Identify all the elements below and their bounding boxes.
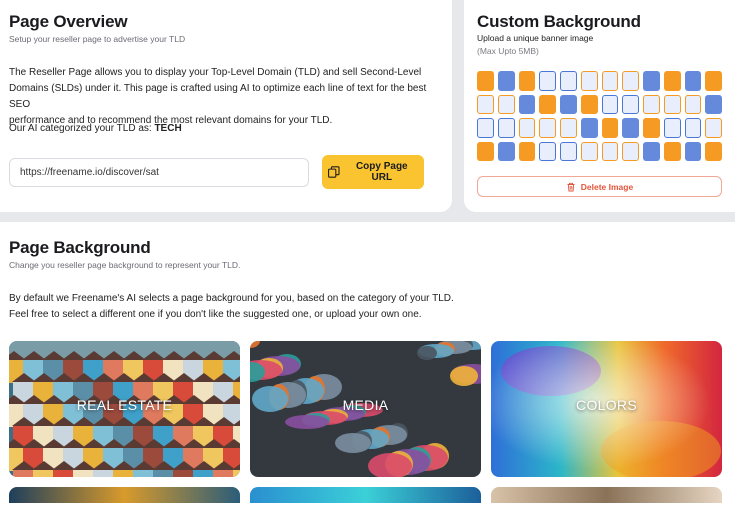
custom-background-max-size: (Max Upto 5MB) [477, 46, 539, 56]
tile-label: COLORS [576, 397, 637, 413]
pattern-sticker [560, 94, 577, 114]
pattern-sticker [684, 118, 702, 138]
pattern-sticker [518, 141, 536, 161]
pattern-sticker [643, 71, 660, 91]
pattern-sticker [643, 118, 660, 138]
description-line: Feel free to select a different one if y… [9, 309, 422, 320]
trash-icon [567, 182, 575, 191]
background-tile-next-2[interactable] [250, 487, 481, 503]
house-wall [113, 469, 135, 477]
pattern-sticker [705, 118, 722, 138]
copy-icon [328, 166, 340, 178]
custom-background-title: Custom Background [477, 12, 641, 31]
pattern-sticker [705, 94, 722, 114]
house-wall [153, 469, 175, 477]
house-wall [73, 469, 95, 477]
delete-image-label: Delete Image [580, 181, 634, 192]
pattern-sticker [622, 118, 639, 138]
pattern-sticker [663, 118, 681, 138]
pattern-sticker [518, 94, 536, 114]
pattern-sticker [601, 141, 619, 161]
tile-label: REAL ESTATE [76, 397, 173, 413]
pattern-sticker [705, 71, 722, 91]
pattern-sticker [560, 141, 577, 161]
custom-background-preview [477, 71, 722, 161]
house-wall [193, 469, 215, 477]
description-line: The Reseller Page allows you to display … [9, 67, 422, 78]
tld-category: Our AI categorized your TLD as: TECH [9, 121, 182, 137]
pattern-sticker [560, 118, 577, 138]
pattern-sticker [684, 71, 702, 91]
page-overview-description: The Reseller Page allows you to display … [9, 65, 449, 129]
pattern-sticker [601, 94, 619, 114]
media-object [335, 433, 371, 453]
pattern-sticker [622, 94, 639, 114]
background-tile-next-1[interactable] [9, 487, 240, 503]
pattern-sticker [477, 141, 494, 161]
copy-page-url-label: Copy Page URL [355, 161, 408, 183]
pattern-sticker [663, 94, 681, 114]
background-tile-media[interactable]: MEDIA [250, 341, 481, 477]
delete-image-button[interactable]: Delete Image [477, 176, 722, 197]
description-line: Domains (SLDs) under it. This page is cr… [9, 83, 427, 110]
page-overview-subtitle: Setup your reseller page to advertise yo… [9, 34, 186, 44]
pattern-sticker [622, 71, 639, 91]
pattern-sticker [580, 118, 598, 138]
background-tile-colors[interactable]: COLORS [491, 341, 722, 477]
pattern-sticker [539, 141, 556, 161]
house-wall [93, 469, 115, 477]
pattern-sticker [497, 141, 515, 161]
pattern-sticker [643, 141, 660, 161]
copy-page-url-button[interactable]: Copy Page URL [322, 155, 424, 189]
house-wall [33, 469, 55, 477]
pattern-sticker [477, 94, 494, 114]
pattern-sticker [539, 71, 556, 91]
pattern-sticker [705, 141, 722, 161]
description-line: By default we Freename's AI selects a pa… [9, 293, 454, 304]
page-background-title: Page Background [9, 238, 151, 257]
house-wall [233, 469, 240, 477]
tile-label: MEDIA [342, 397, 389, 413]
house-wall [173, 469, 195, 477]
background-tile-real-estate[interactable]: REAL ESTATE [9, 341, 240, 477]
house-wall [13, 469, 35, 477]
background-tile-next-3[interactable] [491, 487, 722, 503]
page-url-field[interactable] [9, 158, 309, 187]
pattern-sticker [497, 71, 515, 91]
pattern-sticker [518, 118, 536, 138]
page-background-description: By default we Freename's AI selects a pa… [9, 291, 709, 323]
pattern-sticker [580, 94, 598, 114]
pattern-sticker [477, 71, 494, 91]
page-overview-title: Page Overview [9, 12, 128, 31]
page-background-subtitle: Change you reseller page background to r… [9, 260, 241, 270]
house-wall [213, 469, 235, 477]
tld-category-prefix: Our AI categorized your TLD as: [9, 123, 152, 134]
pattern-sticker [539, 94, 556, 114]
pattern-sticker [663, 141, 681, 161]
house-wall [53, 469, 75, 477]
pattern-sticker [684, 141, 702, 161]
pattern-sticker [539, 118, 556, 138]
pattern-sticker [601, 118, 619, 138]
pattern-sticker [622, 141, 639, 161]
house-wall [133, 469, 155, 477]
pattern-sticker [560, 71, 577, 91]
media-object [417, 346, 437, 360]
pattern-sticker [477, 118, 494, 138]
pattern-sticker [643, 94, 660, 114]
pattern-sticker [497, 94, 515, 114]
pattern-sticker [663, 71, 681, 91]
pattern-sticker [684, 94, 702, 114]
tld-category-value: TECH [154, 123, 182, 134]
pattern-sticker [497, 118, 515, 138]
custom-background-subtitle: Upload a unique banner image [477, 33, 594, 43]
media-object [450, 366, 478, 386]
media-object [285, 415, 329, 429]
pattern-sticker [518, 71, 536, 91]
pattern-sticker [580, 141, 598, 161]
pattern-sticker [580, 71, 598, 91]
pattern-sticker [601, 71, 619, 91]
